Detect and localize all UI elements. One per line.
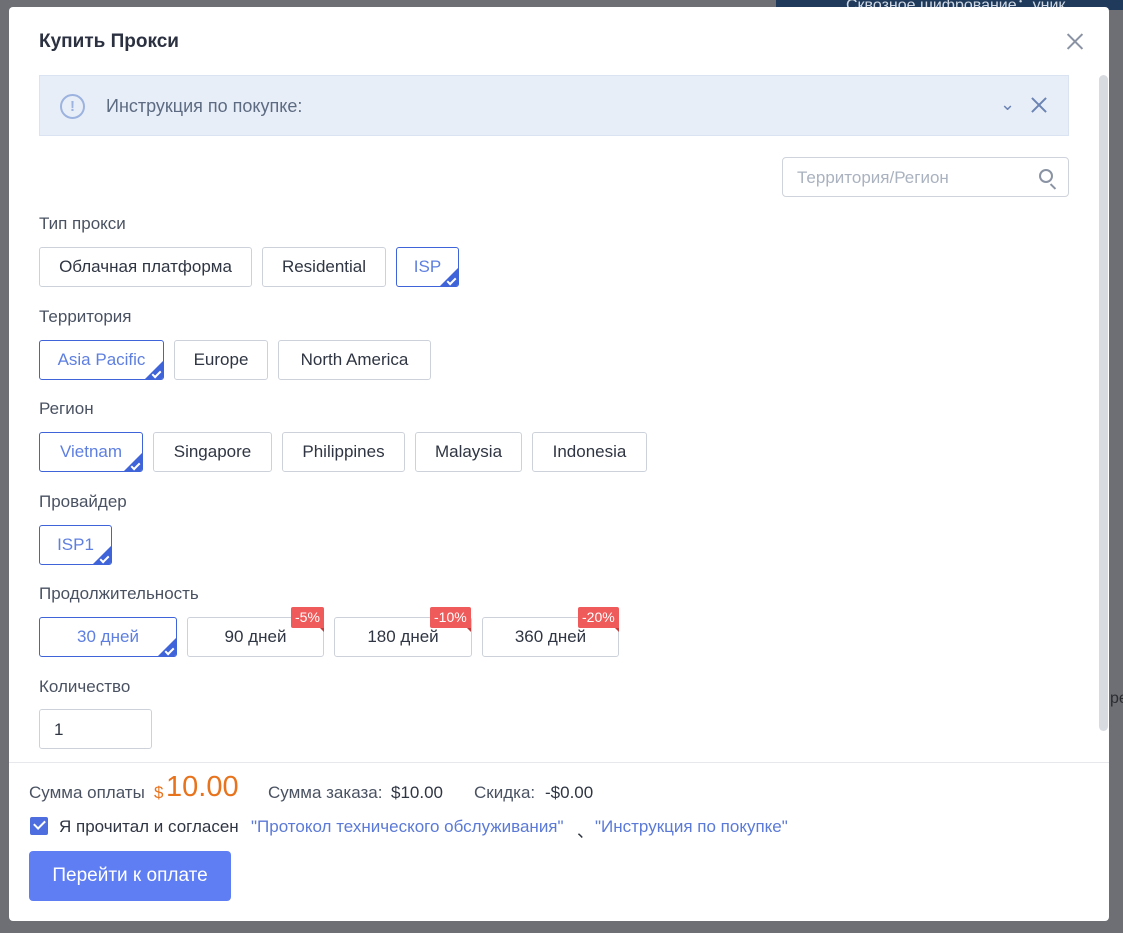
payment-amount: 10.00 — [166, 771, 239, 803]
order-sum-label: Сумма заказа: — [268, 783, 383, 802]
proxy-type-label: Тип прокси — [39, 214, 126, 233]
quantity-label: Количество — [39, 677, 131, 696]
agree-separator: 、 — [577, 822, 594, 841]
option-30-days[interactable]: 30 дней — [39, 617, 177, 657]
option-vietnam[interactable]: Vietnam — [39, 432, 143, 472]
go-to-payment-button[interactable]: Перейти к оплате — [29, 851, 231, 901]
discount-badge: -20% — [578, 607, 619, 632]
notice-text: Инструкция по покупке: — [106, 96, 303, 116]
option-residential[interactable]: Residential — [262, 247, 386, 287]
quantity-input[interactable] — [54, 719, 134, 741]
payment-currency: $ — [154, 783, 164, 802]
option-europe[interactable]: Europe — [174, 340, 268, 380]
region-label: Регион — [39, 399, 94, 418]
provider-label: Провайдер — [39, 492, 127, 511]
close-icon[interactable] — [1065, 31, 1085, 51]
background-edge-text: ре — [1110, 690, 1123, 707]
service-protocol-link[interactable]: "Протокол технического обслуживания" — [251, 817, 564, 837]
discount-badge: -5% — [291, 607, 324, 632]
option-indonesia[interactable]: Indonesia — [532, 432, 647, 472]
chevron-down-icon[interactable]: ⌄ — [1000, 94, 1015, 115]
info-icon: ! — [60, 94, 85, 119]
discount-label: Скидка: — [474, 783, 536, 802]
agree-text: Я прочитал и согласен — [59, 817, 239, 836]
option-asia-pacific[interactable]: Asia Pacific — [39, 340, 164, 380]
option-isp1[interactable]: ISP1 — [39, 525, 112, 565]
search-input[interactable] — [797, 167, 1027, 189]
discount-badge: -10% — [430, 607, 471, 632]
purchase-instruction-notice: ! Инструкция по покупке: ⌄ — [39, 75, 1069, 136]
modal-title: Купить Прокси — [39, 31, 179, 52]
footer-divider — [9, 762, 1109, 763]
notice-close-icon[interactable] — [1030, 95, 1048, 115]
agree-checkbox[interactable] — [30, 817, 48, 835]
option-philippines[interactable]: Philippines — [282, 432, 405, 472]
option-isp[interactable]: ISP — [396, 247, 459, 287]
option-malaysia[interactable]: Malaysia — [415, 432, 522, 472]
quantity-field[interactable] — [39, 709, 152, 749]
option-north-america[interactable]: North America — [278, 340, 431, 380]
territory-label: Территория — [39, 307, 132, 326]
search-box[interactable] — [782, 157, 1069, 197]
purchase-instruction-link[interactable]: "Инструкция по покупке" — [595, 817, 788, 837]
option-singapore[interactable]: Singapore — [153, 432, 272, 472]
scrollbar[interactable] — [1099, 75, 1108, 731]
buy-proxy-modal: Купить Прокси ! Инструкция по покупке: ⌄… — [9, 7, 1109, 921]
order-sum-value: $10.00 — [391, 783, 443, 802]
payment-sum-label: Сумма оплаты — [29, 783, 145, 802]
option-cloud-platform[interactable]: Облачная платформа — [39, 247, 252, 287]
search-icon[interactable] — [1039, 169, 1053, 183]
discount-value: -$0.00 — [545, 783, 594, 802]
duration-label: Продолжительность — [39, 584, 199, 603]
